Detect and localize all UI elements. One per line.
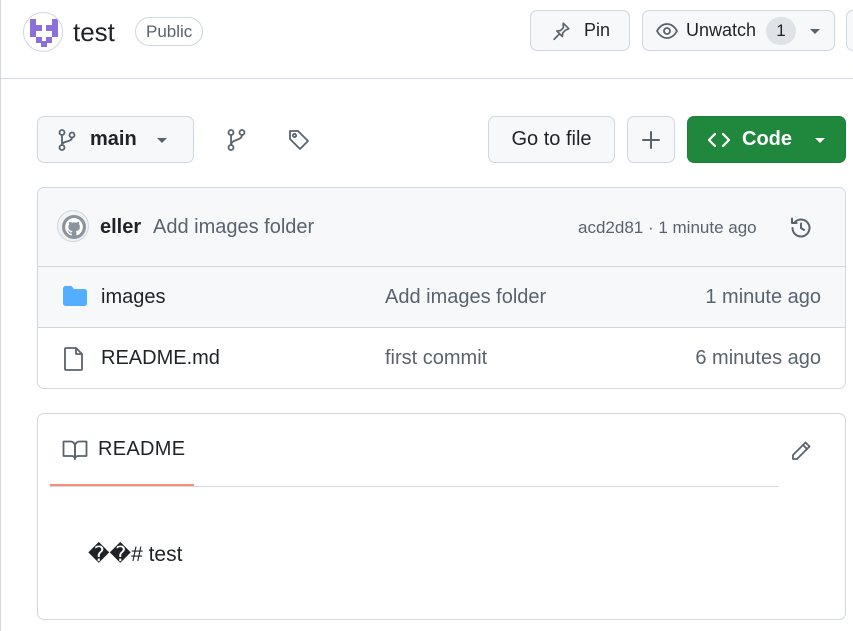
readme-tab-label: README: [98, 438, 186, 460]
file-updated-time: 1 minute ago: [705, 286, 821, 308]
chevron-down-icon[interactable]: [808, 26, 822, 36]
branch-icon: [57, 128, 77, 152]
commit-author[interactable]: eller: [100, 216, 141, 239]
code-icon: [707, 130, 731, 150]
book-icon: [62, 439, 88, 466]
unwatch-label: Unwatch: [686, 20, 757, 40]
branches-icon[interactable]: [226, 128, 248, 157]
history-icon[interactable]: [788, 215, 814, 246]
tag-icon[interactable]: [287, 128, 311, 157]
pin-icon: [550, 20, 572, 42]
code-button[interactable]: Code: [687, 116, 846, 163]
readme-panel: README ��# test: [37, 413, 846, 620]
pin-button[interactable]: Pin: [530, 10, 630, 51]
readme-tab[interactable]: README: [50, 414, 194, 487]
plus-icon: [641, 130, 661, 150]
latest-commit-bar: eller Add images folder acd2d81 · 1 minu…: [38, 188, 845, 267]
add-file-button[interactable]: [627, 116, 675, 163]
branch-name: main: [90, 128, 137, 150]
divider: [50, 486, 779, 487]
repo-name[interactable]: test: [73, 17, 115, 48]
watcher-count-badge: 1: [766, 16, 797, 45]
code-label: Code: [742, 128, 792, 150]
file-listing: eller Add images folder acd2d81 · 1 minu…: [37, 187, 846, 389]
file-updated-time: 6 minutes ago: [695, 347, 821, 369]
file-commit-message[interactable]: Add images folder: [385, 286, 546, 309]
branch-selector[interactable]: main: [37, 116, 194, 163]
go-to-file-button[interactable]: Go to file: [488, 116, 615, 163]
file-name[interactable]: images: [101, 286, 165, 309]
file-icon: [62, 346, 86, 377]
unwatch-button[interactable]: Unwatch 1: [642, 10, 835, 51]
avatar[interactable]: [57, 210, 89, 242]
folder-icon: [62, 285, 88, 312]
eye-icon: [655, 20, 679, 42]
repo-owner-avatar[interactable]: [23, 12, 63, 52]
chevron-down-icon: [813, 135, 827, 145]
window-edge: [0, 0, 1, 631]
file-row[interactable]: README.md first commit 6 minutes ago: [38, 328, 845, 388]
pin-label: Pin: [584, 20, 611, 40]
visibility-badge: Public: [135, 17, 204, 46]
pencil-icon[interactable]: [789, 439, 813, 468]
commit-hash-time[interactable]: acd2d81 · 1 minute ago: [578, 218, 757, 238]
chevron-down-icon: [155, 135, 169, 145]
file-row[interactable]: images Add images folder 1 minute ago: [38, 267, 845, 328]
repo-header: test Public Pin Unwatch 1: [0, 0, 853, 79]
star-button[interactable]: [846, 10, 853, 51]
file-commit-message[interactable]: first commit: [385, 347, 487, 370]
readme-content: ��# test: [88, 543, 183, 566]
commit-message[interactable]: Add images folder: [153, 216, 314, 239]
file-name[interactable]: README.md: [101, 347, 220, 370]
